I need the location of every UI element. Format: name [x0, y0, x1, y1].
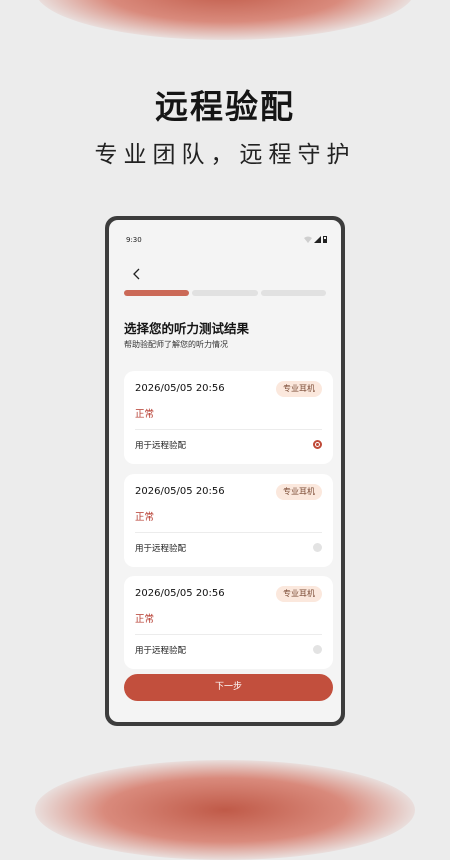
signal-icon	[314, 236, 321, 243]
progress-segment-2	[192, 290, 258, 296]
result-status: 正常	[135, 614, 155, 625]
progress-segment-1	[124, 290, 190, 296]
top-decorative-glow	[35, 0, 415, 40]
result-card[interactable]: 2026/05/05 20:56 专业耳机 正常 用于远程验配	[124, 371, 333, 464]
card-divider	[135, 634, 322, 635]
result-status: 正常	[135, 512, 155, 523]
device-badge: 专业耳机	[276, 381, 322, 397]
result-date: 2026/05/05 20:56	[135, 588, 225, 599]
phone-frame: 9:30 选择您的听力测试结果 帮助验配师了解您的听力情况 2026/05/05…	[105, 216, 345, 726]
card-divider	[135, 429, 322, 430]
bottom-decorative-glow	[35, 760, 415, 860]
page-subtitle: 帮助验配师了解您的听力情况	[124, 340, 228, 349]
page-title: 选择您的听力测试结果	[124, 321, 250, 336]
result-usage: 用于远程验配	[135, 441, 187, 451]
phone-screen: 9:30 选择您的听力测试结果 帮助验配师了解您的听力情况 2026/05/05…	[109, 220, 341, 722]
chevron-left-icon	[133, 268, 140, 280]
card-divider	[135, 532, 322, 533]
step-progress-bar	[124, 290, 326, 296]
select-radio[interactable]	[313, 440, 322, 449]
result-status: 正常	[135, 409, 155, 420]
result-usage: 用于远程验配	[135, 544, 187, 554]
next-step-button[interactable]: 下一步	[124, 674, 333, 701]
hero-title: 远程验配	[155, 87, 295, 126]
result-card[interactable]: 2026/05/05 20:56 专业耳机 正常 用于远程验配	[124, 474, 333, 567]
status-bar-time: 9:30	[126, 236, 142, 244]
wifi-icon	[304, 236, 312, 243]
device-badge: 专业耳机	[276, 586, 322, 602]
status-bar-icons	[304, 236, 327, 243]
select-radio[interactable]	[313, 645, 322, 654]
result-date: 2026/05/05 20:56	[135, 486, 225, 497]
result-card[interactable]: 2026/05/05 20:56 专业耳机 正常 用于远程验配	[124, 576, 333, 669]
result-date: 2026/05/05 20:56	[135, 383, 225, 394]
back-button[interactable]	[129, 266, 145, 282]
device-badge: 专业耳机	[276, 484, 322, 500]
progress-segment-3	[260, 290, 326, 296]
hero-subtitle: 专业团队，远程守护	[94, 142, 356, 168]
result-usage: 用于远程验配	[135, 646, 187, 656]
battery-icon	[323, 236, 327, 243]
select-radio[interactable]	[313, 543, 322, 552]
